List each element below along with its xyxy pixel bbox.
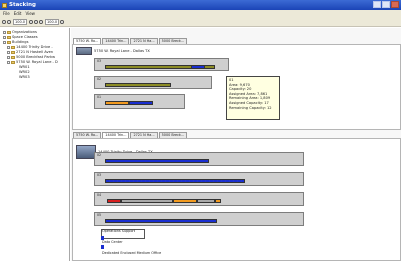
floor-bar[interactable]: 03 [94,58,229,71]
zoom-out-icon-2[interactable] [34,19,39,24]
expand-icon[interactable] [7,56,10,59]
list-item[interactable]: Data Center [102,240,123,244]
expand-icon[interactable] [7,51,10,54]
menu-bar: File Edit View [0,10,401,17]
floor-bar[interactable]: 04 [94,192,304,206]
tree-panel: Organizations Space Classes Buildings 14… [0,28,70,261]
floor-tooltip: 01 Area: 9,670 Capacity: 20 Assigned Are… [226,76,280,120]
zoom-out-icon[interactable] [7,19,11,24]
floor-bar[interactable]: 02 [94,152,304,166]
zoom-in-icon-2[interactable] [29,19,34,24]
zoom-fit-icon[interactable] [39,19,44,24]
collapse-icon[interactable] [7,61,10,64]
building-icon [11,51,15,54]
building-icon [11,61,15,64]
building-icon [11,56,15,59]
allocation-segment[interactable] [121,199,173,203]
app-icon [2,2,7,8]
building-header: 5750 W. Royal Lane - Dallas TX [76,47,150,55]
menu-edit[interactable]: Edit [14,11,22,16]
floor-bar[interactable]: 03 [94,172,304,186]
floor-label: 02 [97,77,102,81]
close-button[interactable] [391,1,399,8]
minimize-button[interactable] [373,1,381,8]
allocation-segment[interactable] [105,101,129,105]
tree-item-floor[interactable]: WR03 [3,75,69,80]
search-icon[interactable] [60,19,65,24]
window-title: Stacking [9,2,36,8]
building-image [76,145,96,159]
allocation-segment[interactable] [191,65,205,69]
allocation-segment[interactable] [105,219,217,223]
expand-icon[interactable] [3,36,6,39]
toolbar: 100.0 100.0 [0,17,401,27]
folder-icon [7,41,11,44]
floor-label: 03 [97,59,102,63]
floor-bar[interactable]: 01 [94,94,185,109]
floor-label: 05 [97,213,102,217]
list-item[interactable]: Dedicated Enclosed Medium Office [102,251,161,255]
floor-label: 04 [97,193,102,197]
allocation-segment[interactable] [105,83,171,87]
floor-bar[interactable]: 05 [94,212,304,226]
collapse-icon[interactable] [3,41,6,44]
title-bar: Stacking [0,0,401,10]
allocation-segment[interactable] [197,199,215,203]
allocation-segment[interactable] [105,179,245,183]
menu-file[interactable]: File [3,11,10,16]
allocation-segment[interactable] [215,199,221,203]
floor-label: 03 [97,173,102,177]
allocation-segment[interactable] [105,159,209,163]
zoom-in-icon[interactable] [2,19,6,24]
folder-icon [7,31,11,34]
floor-label: 01 [97,95,102,99]
zoom-input-2[interactable]: 100.0 [45,18,60,25]
list-item[interactable]: Operations Support [102,229,135,233]
expand-icon[interactable] [3,31,6,34]
maximize-button[interactable] [382,1,390,8]
menu-view[interactable]: View [25,11,35,16]
building-title: 5750 W. Royal Lane - Dallas TX [94,49,150,53]
tooltip-line: Remaining Capacity: 12 [229,105,272,110]
expand-icon[interactable] [7,46,10,49]
floor-label: 02 [97,153,102,157]
building-icon [11,46,15,49]
folder-icon [7,36,11,39]
building-image [76,47,92,55]
allocation-segment[interactable] [129,101,153,105]
color-swatch [101,245,104,249]
zoom-input-1[interactable]: 100.0 [13,18,28,25]
allocation-segment[interactable] [107,199,121,203]
floor-bar[interactable]: 02 [94,76,212,89]
allocation-segment[interactable] [173,199,197,203]
